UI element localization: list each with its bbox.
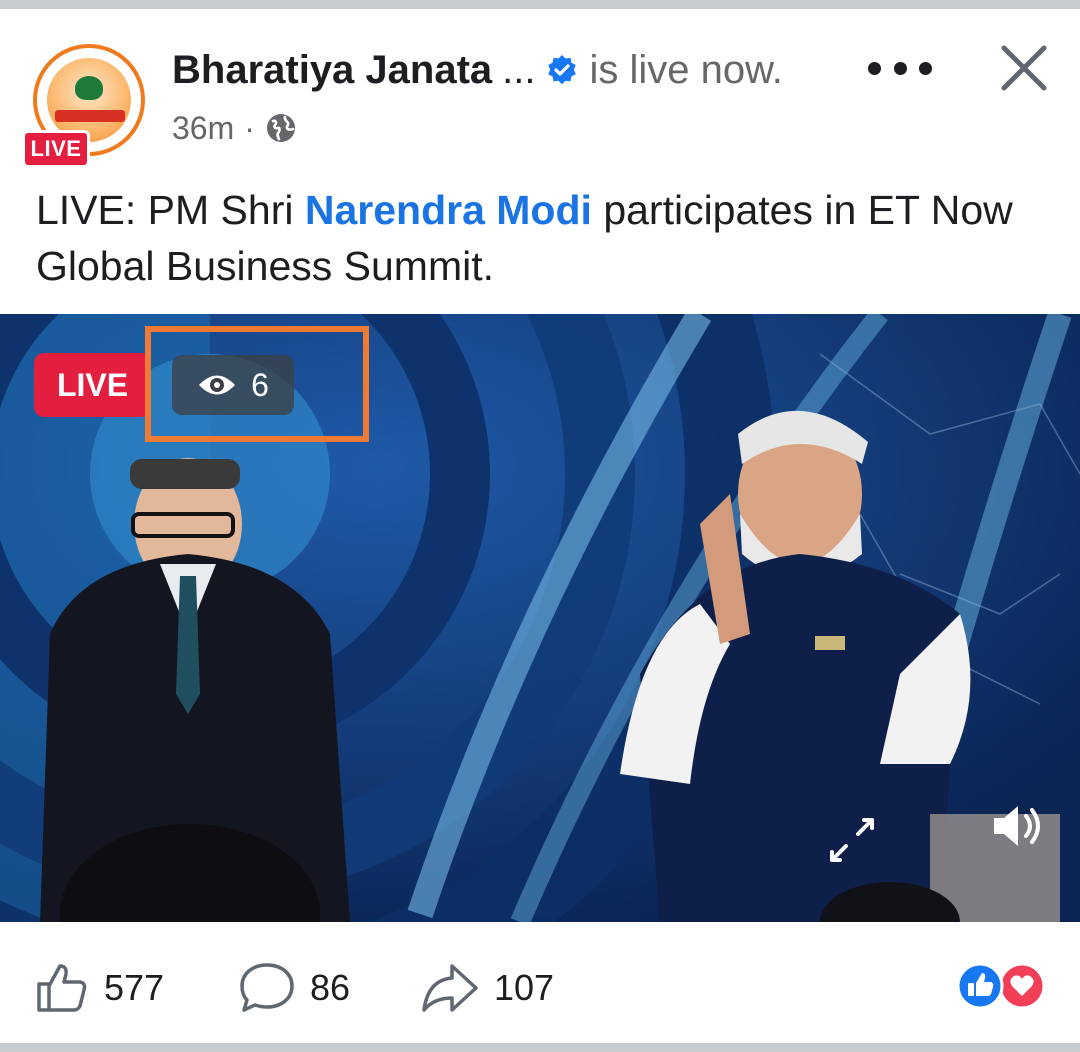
love-reaction-icon bbox=[998, 962, 1046, 1010]
page-name[interactable]: Bharatiya Janata bbox=[172, 48, 492, 93]
post-timestamp[interactable]: 36m bbox=[172, 110, 234, 147]
comment-count: 86 bbox=[310, 967, 351, 1008]
share-button[interactable]: 107 bbox=[420, 960, 554, 1016]
highlight-box bbox=[145, 326, 369, 442]
close-icon[interactable] bbox=[998, 42, 1050, 94]
video-live-badge: LIVE bbox=[34, 353, 151, 417]
name-truncation: ... bbox=[502, 47, 536, 92]
like-count: 577 bbox=[104, 967, 165, 1008]
expand-icon[interactable] bbox=[828, 816, 876, 864]
post-text-before: LIVE: PM Shri bbox=[36, 187, 305, 233]
more-options-button[interactable] bbox=[868, 52, 932, 84]
post-text: LIVE: PM Shri Narendra Modi participates… bbox=[36, 182, 1056, 294]
top-divider bbox=[0, 0, 1080, 9]
share-count: 107 bbox=[494, 967, 555, 1008]
avatar-live-badge: LIVE bbox=[22, 130, 90, 168]
meta-separator: · bbox=[244, 109, 255, 146]
bottom-divider bbox=[0, 1043, 1080, 1052]
action-bar: 577 86 107 bbox=[0, 930, 1080, 1040]
like-reaction-icon bbox=[956, 962, 1004, 1010]
comment-button[interactable]: 86 bbox=[238, 960, 350, 1016]
globe-icon bbox=[266, 114, 295, 142]
verified-badge-icon bbox=[547, 55, 576, 85]
mention-link[interactable]: Narendra Modi bbox=[305, 187, 592, 233]
like-button[interactable]: 577 bbox=[34, 960, 164, 1016]
volume-icon[interactable] bbox=[990, 800, 1046, 852]
like-icon bbox=[37, 964, 87, 1012]
live-status-text: is live now. bbox=[589, 47, 783, 92]
post-header: Bharatiya Janata ... is live now. bbox=[172, 45, 783, 95]
comment-icon bbox=[240, 963, 294, 1012]
share-icon bbox=[422, 964, 478, 1012]
post-meta: 36m · bbox=[172, 108, 297, 148]
reaction-summary[interactable] bbox=[956, 962, 1048, 1010]
